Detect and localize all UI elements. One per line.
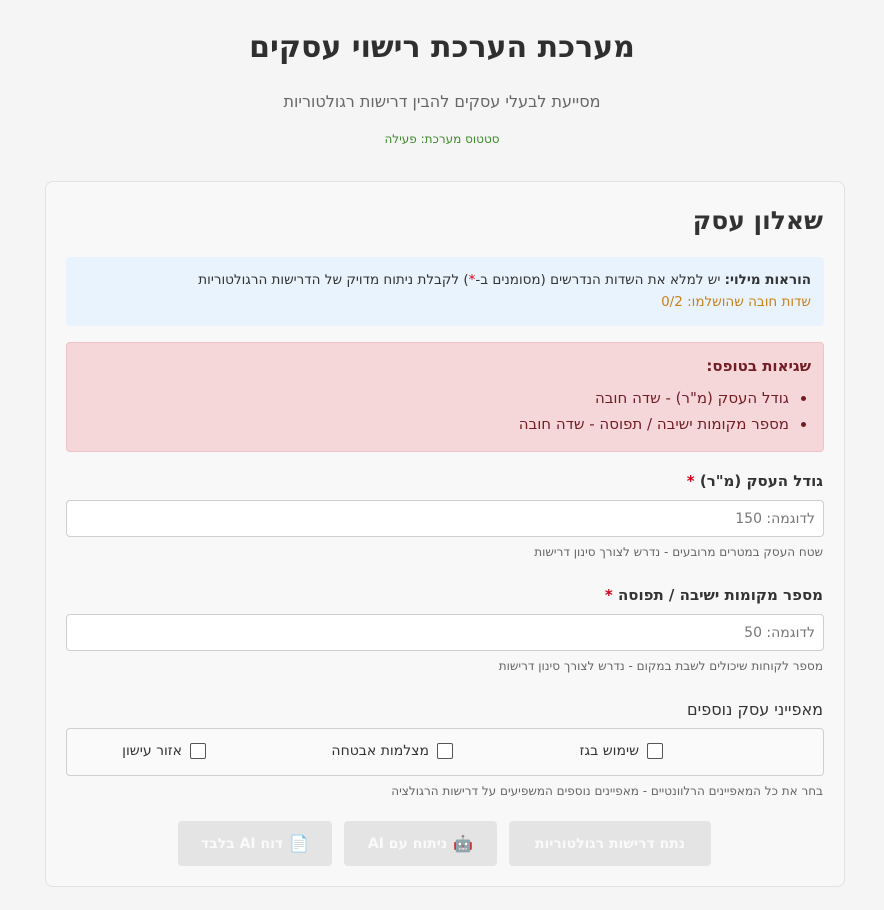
security-cameras-checkbox[interactable] (437, 743, 453, 759)
app-title: מערכת הערכת רישוי עסקים (249, 30, 635, 65)
ai-analysis-label: ניתוח עם AI (367, 835, 448, 852)
feature-label: מצלמות אבטחה (331, 743, 429, 759)
form-title: שאלון עסק (692, 206, 823, 235)
seats-input[interactable] (66, 614, 824, 651)
app-subtitle: מסייעת לבעלי עסקים להבין דרישות רגולטורי… (283, 92, 601, 111)
size-label-text: גודל העסק (מ"ר) (699, 472, 823, 490)
smoking-area-checkbox[interactable] (190, 743, 206, 759)
required-mark: * (686, 472, 695, 490)
instructions-box: הוראות מילוי: יש למלא את השדות הנדרשים (… (66, 257, 824, 326)
feature-label: אזור עישון (122, 743, 182, 759)
form-errors-box: שגיאות בטופס: גודל העסק (מ"ר) - שדה חובה… (66, 342, 824, 452)
seats-field-label: מספר מקומות ישיבה / תפוסה * (605, 586, 823, 604)
feature-label: שימוש בגז (579, 743, 639, 759)
gas-checkbox[interactable] (647, 743, 663, 759)
instructions-text-start: יש למלא את השדות הנדרשים (מסומנים ב- (475, 272, 721, 288)
seats-field-hint: מספר לקוחות שיכולים לשבת במקום - נדרש לצ… (498, 659, 823, 673)
required-mark: * (604, 586, 613, 604)
instructions-text-end: ) לקבלת ניתוח מדויק של הדרישות הרגולטורי… (198, 272, 469, 288)
ai-report-label: דוח AI בלבד (200, 835, 284, 852)
robot-icon: 🤖 (453, 834, 474, 853)
analyze-requirements-button[interactable]: נתח דרישות רגולטוריות (509, 821, 711, 866)
features-label: מאפייני עסק נוספים (687, 700, 823, 719)
feature-security-cameras[interactable]: מצלמות אבטחה (331, 743, 453, 759)
feature-gas[interactable]: שימוש בגז (580, 743, 663, 759)
errors-list: גודל העסק (מ"ר) - שדה חובה מספר מקומות י… (79, 385, 811, 437)
seats-label-text: מספר מקומות ישיבה / תפוסה (617, 586, 823, 604)
ai-report-only-button[interactable]: 📄 דוח AI בלבד (178, 821, 332, 866)
document-icon: 📄 (289, 834, 310, 853)
size-field-label: גודל העסק (מ"ר) * (687, 472, 823, 490)
ai-analysis-button[interactable]: 🤖 ניתוח עם AI (344, 821, 497, 866)
business-size-input[interactable] (66, 500, 824, 537)
feature-smoking-area[interactable]: אזור עישון (122, 743, 206, 759)
error-item: מספר מקומות ישיבה / תפוסה - שדה חובה (79, 411, 809, 437)
system-status: סטטוס מערכת: פעילה (384, 132, 500, 146)
error-item: גודל העסק (מ"ר) - שדה חובה (79, 385, 809, 411)
instructions-text: הוראות מילוי: יש למלא את השדות הנדרשים (… (79, 269, 811, 291)
features-box: שימוש בגז מצלמות אבטחה אזור עישון (66, 728, 824, 776)
errors-title: שגיאות בטופס: (706, 357, 811, 375)
features-hint: בחר את כל המאפיינים הרלוונטיים - מאפייני… (391, 784, 823, 798)
instructions-label: הוראות מילוי: (724, 272, 811, 288)
analyze-button-label: נתח דרישות רגולטוריות (534, 835, 686, 852)
required-progress: שדות חובה שהושלמו: 0/2 (661, 294, 811, 310)
size-field-hint: שטח העסק במטרים מרובעים - נדרש לצורך סינ… (534, 545, 823, 559)
